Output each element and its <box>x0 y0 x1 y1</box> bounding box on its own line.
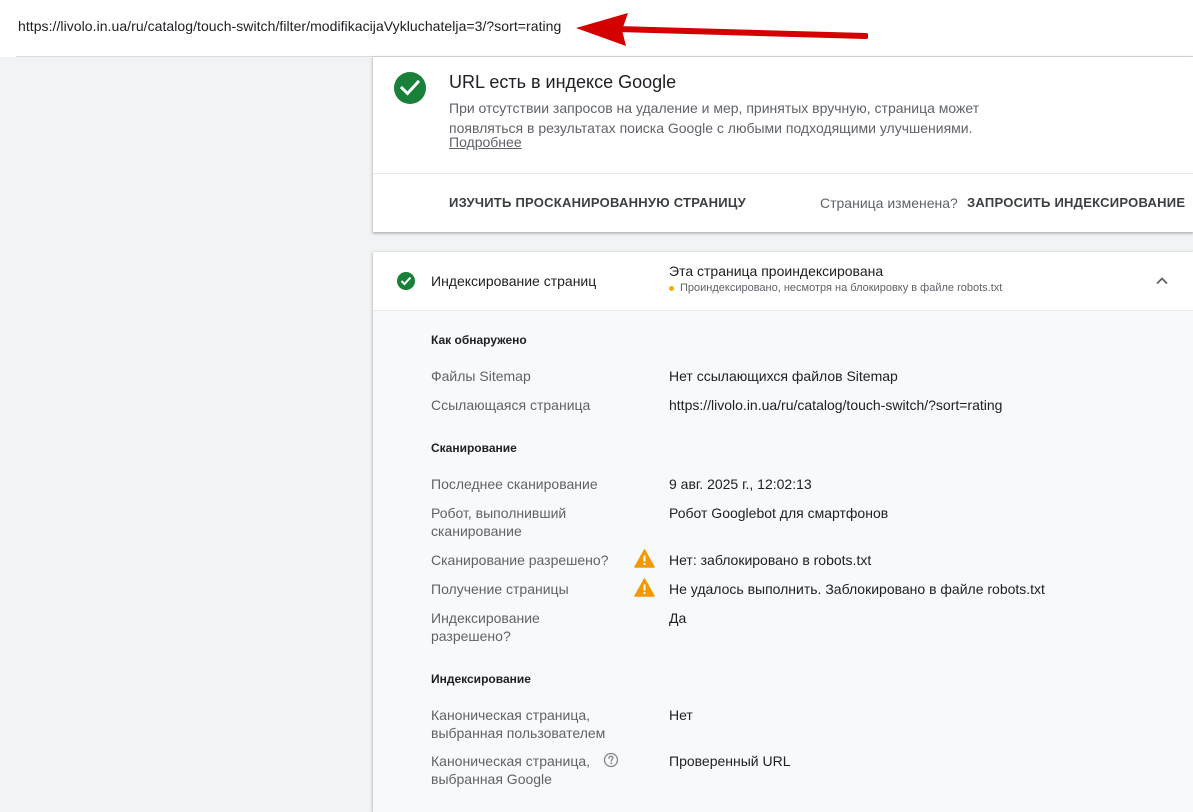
inspect-crawled-page-button[interactable]: ИЗУЧИТЬ ПРОСКАНИРОВАННУЮ СТРАНИЦУ <box>449 195 746 210</box>
learn-more-link[interactable]: Подробнее <box>449 134 522 150</box>
status-description: При отсутствии запросов на удаление и ме… <box>449 100 980 136</box>
page-fetch-label: Получение страницы <box>431 581 569 597</box>
status-title: URL есть в индексе Google <box>449 72 677 92</box>
inspected-url[interactable]: https://livolo.in.ua/ru/catalog/touch-sw… <box>18 18 561 34</box>
url-header: https://livolo.in.ua/ru/catalog/touch-sw… <box>0 0 1193 57</box>
page-indexing-panel: Индексирование страниц Эта страница прои… <box>373 252 1193 812</box>
help-icon[interactable] <box>603 752 619 768</box>
indexing-summary: Эта страница проиндексирована <box>669 263 884 279</box>
crawl-allowed-value: Нет: заблокировано в robots.txt <box>669 552 872 568</box>
indexing-allowed-label: Индексирование разрешено? <box>431 610 540 644</box>
page-fetch-value: Не удалось выполнить. Заблокировано в фа… <box>669 581 1045 597</box>
referring-page-label: Ссылающаяся страница <box>431 397 591 413</box>
sitemaps-value: Нет ссылающихся файлов Sitemap <box>669 368 898 384</box>
google-canonical-value: Проверенный URL <box>669 753 791 769</box>
url-inspection-page: https://livolo.in.ua/ru/catalog/touch-sw… <box>0 0 1193 812</box>
card-divider <box>373 173 1193 174</box>
warning-icon <box>634 549 655 568</box>
referring-page-value[interactable]: https://livolo.in.ua/ru/catalog/touch-sw… <box>669 396 1002 414</box>
warning-icon <box>634 578 655 597</box>
crawl-section-title: Сканирование <box>431 441 517 455</box>
check-circle-icon <box>394 72 426 104</box>
warning-dot-icon <box>669 285 674 291</box>
red-arrow-annotation-icon <box>576 13 868 46</box>
indexing-allowed-value: Да <box>669 610 687 626</box>
index-status-card: URL есть в индексе Google При отсутствии… <box>373 57 1193 232</box>
indexing-sub-status: Проиндексировано, несмотря на блокировку… <box>669 282 1002 294</box>
sitemaps-label: Файлы Sitemap <box>431 368 531 384</box>
page-indexing-title: Индексирование страниц <box>431 273 597 289</box>
page-changed-label: Страница изменена? <box>820 195 958 211</box>
crawled-as-value: Робот Googlebot для смартфонов <box>669 505 889 521</box>
request-indexing-button[interactable]: ЗАПРОСИТЬ ИНДЕКСИРОВАНИЕ <box>967 195 1185 210</box>
crawl-allowed-label: Сканирование разрешено? <box>431 552 609 568</box>
last-crawl-value: 9 авг. 2025 г., 12:02:13 <box>669 476 812 492</box>
crawled-as-label: Робот, выполнивший сканирование <box>431 505 567 539</box>
indexing-sub-status-text: Проиндексировано, несмотря на блокировку… <box>680 282 1003 294</box>
chevron-up-icon[interactable] <box>1155 274 1169 288</box>
google-canonical-label: Каноническая страница, выбранная Google <box>431 753 591 787</box>
user-canonical-label: Каноническая страница, выбранная пользов… <box>431 707 606 741</box>
check-circle-icon <box>397 272 415 290</box>
last-crawl-label: Последнее сканирование <box>431 476 598 492</box>
page-indexing-header[interactable]: Индексирование страниц Эта страница прои… <box>373 252 1193 311</box>
user-canonical-value: Нет <box>669 707 693 723</box>
indexing-section-title: Индексирование <box>431 672 531 686</box>
discovery-section-title: Как обнаружено <box>431 333 527 347</box>
